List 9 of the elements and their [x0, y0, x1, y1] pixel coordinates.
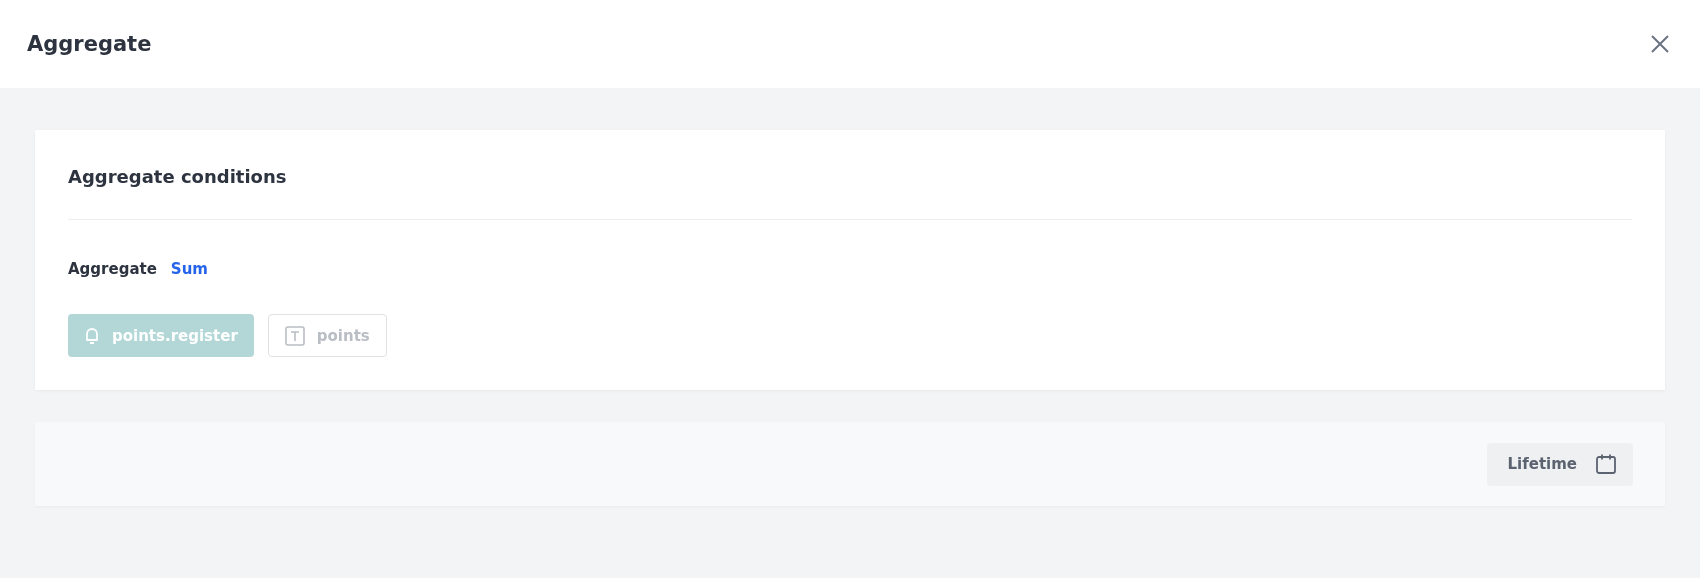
text-type-icon [284, 325, 305, 346]
bell-icon [84, 325, 100, 346]
period-button[interactable]: Lifetime [1487, 442, 1633, 486]
aggregate-dropdown[interactable]: Sum [170, 260, 208, 278]
close-icon [1649, 33, 1671, 55]
calendar-icon [1595, 453, 1617, 475]
section-title: Aggregate conditions [68, 166, 288, 187]
window-title: Aggregate [27, 32, 152, 56]
aggregate-label: Aggregate [68, 260, 157, 278]
